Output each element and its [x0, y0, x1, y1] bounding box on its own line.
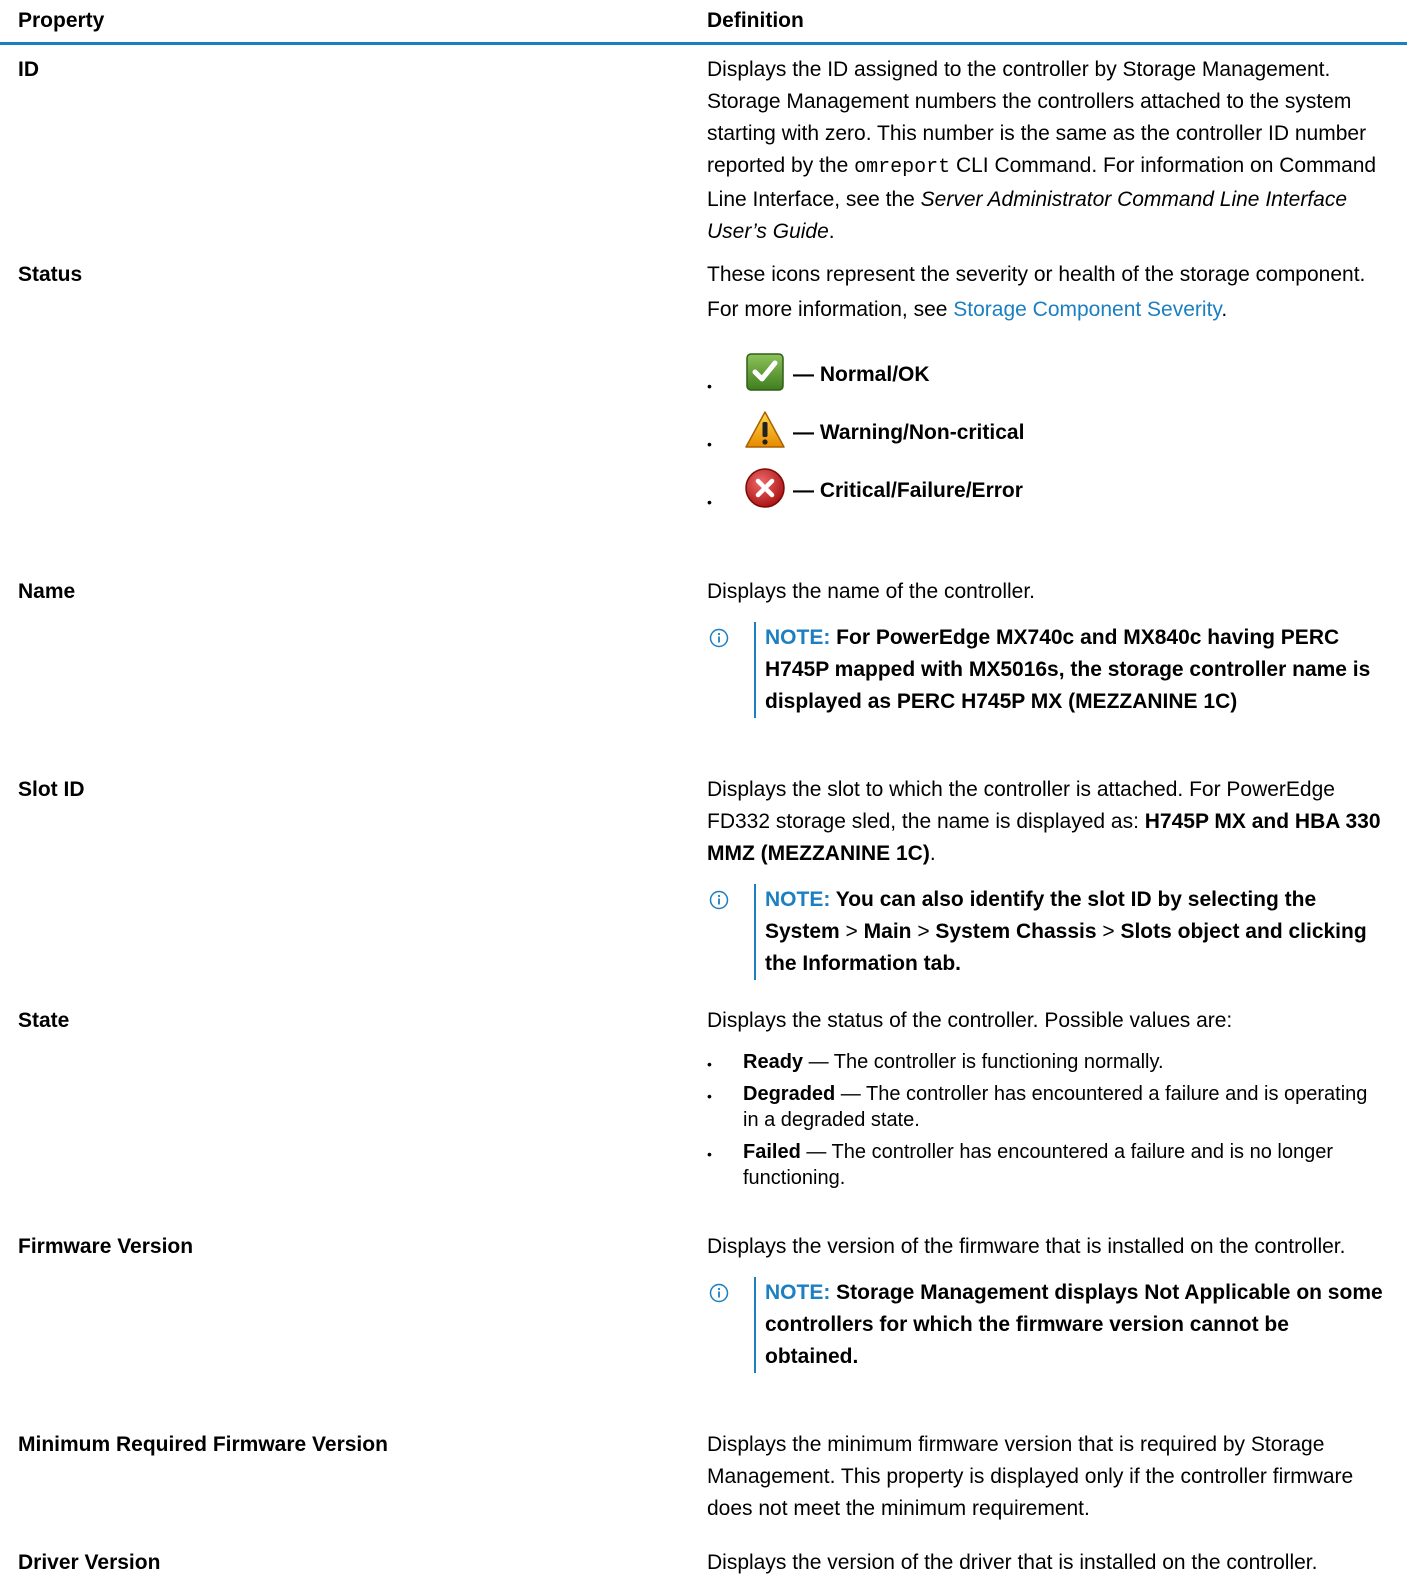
list-item: • Failed — The controller has encountered… — [707, 1141, 1333, 1189]
status-error-label: Critical/Failure/Error — [819, 479, 1023, 502]
note-label: NOTE: — [765, 626, 831, 649]
property-state: State — [18, 1009, 70, 1032]
storage-severity-link[interactable]: Storage Component Severity — [953, 298, 1221, 321]
firmware-def-text: Displays the version of the firmware tha… — [707, 1235, 1346, 1258]
note-text: Storage Management displays Not Applicab… — [765, 1281, 1383, 1368]
command-omreport: omreport — [854, 156, 951, 179]
state-value-list: • Ready — The controller is functioning n… — [707, 1049, 1387, 1191]
property-firmware-version: Firmware Version — [18, 1235, 194, 1258]
status-def-text: These icons represent the severity or he… — [707, 263, 1366, 286]
status-more-info: For more information, see — [707, 298, 954, 321]
slot-def-end: . — [929, 842, 936, 865]
note-text-main: Main — [857, 920, 918, 943]
state-desc: — The controller has encountered a failu… — [743, 1083, 1368, 1131]
note-gt: > — [1102, 920, 1115, 943]
check-icon — [743, 350, 787, 394]
status-warning-label: Warning/Non-critical — [819, 421, 1025, 444]
list-item: • — Normal/OK — [707, 344, 1387, 402]
state-desc: — The controller has encountered a failu… — [743, 1141, 1333, 1189]
property-name: Name — [18, 580, 76, 603]
status-ok-label: Normal/OK — [819, 363, 930, 386]
warning-icon — [743, 408, 787, 452]
property-id: ID — [18, 58, 39, 81]
definition-slot-id: Displays the slot to which the controlle… — [707, 774, 1387, 980]
note-text-chassis: System Chassis — [929, 920, 1103, 943]
property-status: Status — [18, 263, 83, 286]
min-firmware-def-text: Displays the minimum firmware version th… — [707, 1433, 1354, 1520]
id-def-end: . — [828, 220, 835, 243]
list-item: • Degraded — The controller has encounter… — [707, 1083, 1368, 1131]
info-icon — [709, 1281, 729, 1303]
info-icon — [709, 626, 729, 648]
note-label: NOTE: — [765, 1281, 831, 1304]
property-min-firmware: Minimum Required Firmware Version — [18, 1433, 388, 1456]
header-property: Property — [18, 9, 105, 32]
info-icon — [709, 888, 729, 910]
state-def-text: Displays the status of the controller. P… — [707, 1009, 1233, 1032]
note-gt: > — [917, 920, 930, 943]
definition-min-firmware: Displays the minimum firmware version th… — [707, 1429, 1387, 1525]
header-definition: Definition — [707, 9, 804, 32]
definition-name: Displays the name of the controller. NOT… — [707, 576, 1387, 718]
property-slot-id: Slot ID — [18, 778, 85, 801]
driver-def-text: Displays the version of the driver that … — [707, 1551, 1318, 1574]
list-item: • — Warning/Non-critical — [707, 402, 1387, 460]
state-term: Failed — [743, 1141, 801, 1163]
definition-status: These icons represent the severity or he… — [707, 259, 1387, 518]
error-icon — [743, 466, 787, 510]
definition-driver-version: Displays the version of the driver that … — [707, 1547, 1407, 1579]
definition-state: Displays the status of the controller. P… — [707, 1005, 1387, 1197]
note-text: For PowerEdge MX740c and MX840c having P… — [765, 626, 1371, 713]
note-gt: > — [845, 920, 858, 943]
note-name: NOTE: For PowerEdge MX740c and MX840c ha… — [707, 622, 1387, 718]
list-item: • — Critical/Failure/Error — [707, 460, 1387, 518]
note-label: NOTE: — [765, 888, 831, 911]
state-desc: — The controller is functioning normally… — [803, 1051, 1164, 1073]
state-term: Degraded — [743, 1083, 836, 1105]
state-term: Ready — [743, 1051, 804, 1073]
status-icon-list: • — Normal/OK • — Warning/Non-critical •… — [707, 344, 1387, 518]
name-def-text: Displays the name of the controller. — [707, 580, 1036, 603]
note-slot-id: NOTE: You can also identify the slot ID … — [707, 884, 1387, 980]
property-driver-version: Driver Version — [18, 1551, 161, 1574]
status-more-info-end: . — [1221, 298, 1228, 321]
table-header: Property Definition — [0, 0, 1407, 45]
definition-id: Displays the ID assigned to the controll… — [707, 54, 1387, 248]
definition-firmware-version: Displays the version of the firmware tha… — [707, 1231, 1387, 1373]
list-item: • Ready — The controller is functioning n… — [707, 1051, 1164, 1073]
note-firmware-version: NOTE: Storage Management displays Not Ap… — [707, 1277, 1387, 1373]
